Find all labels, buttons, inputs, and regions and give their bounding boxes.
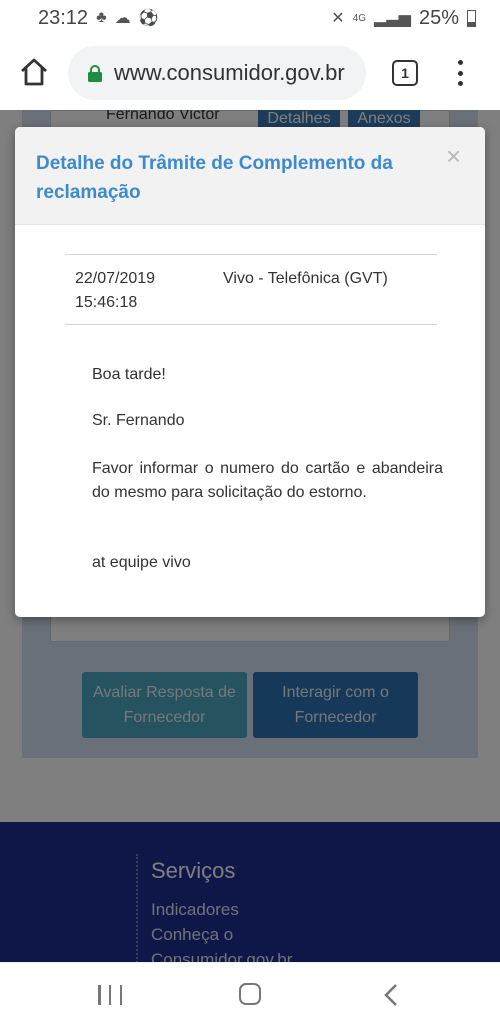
home-icon[interactable]	[18, 56, 50, 88]
url-text: www.consumidor.gov.br	[114, 60, 345, 85]
soccer-icon: ⚽	[138, 10, 159, 27]
back-icon[interactable]	[382, 983, 402, 1007]
recents-icon[interactable]	[98, 985, 122, 1005]
status-time: 23:12	[38, 6, 89, 29]
battery-icon	[467, 9, 476, 27]
tab-switcher-button[interactable]: 1	[392, 60, 418, 86]
divider	[65, 254, 437, 255]
cloud-icon: ☁	[114, 10, 131, 27]
entry-company: Vivo - Telefônica (GVT)	[223, 270, 388, 287]
tramite-detail-modal: Detalhe do Trâmite de Complemento da rec…	[15, 127, 485, 617]
mute-icon: ✕	[331, 10, 345, 27]
browser-toolbar: www.consumidor.gov.br 1	[0, 36, 500, 110]
message-greeting: Boa tarde!	[92, 366, 166, 383]
network-type: 4G	[352, 12, 367, 24]
entry-datetime: 22/07/2019 15:46:18	[75, 270, 156, 311]
battery-percent: 25%	[418, 6, 459, 29]
modal-header: Detalhe do Trâmite de Complemento da rec…	[15, 127, 485, 225]
notification-icon: ♣	[96, 9, 107, 26]
address-bar[interactable]: www.consumidor.gov.br	[68, 46, 366, 100]
message-body: Favor informar o numero do cartão e aban…	[92, 460, 443, 501]
home-nav-icon[interactable]	[239, 983, 261, 1005]
status-bar: 23:12 ♣ ☁ ⚽ ✕ 4G ▂▃▅ 25%	[0, 0, 500, 36]
message-signature: at equipe vivo	[92, 554, 191, 571]
system-nav-bar	[0, 962, 500, 1028]
lock-icon	[88, 65, 102, 82]
divider	[65, 324, 437, 325]
modal-title: Detalhe do Trâmite de Complemento da rec…	[36, 153, 393, 203]
more-options-icon[interactable]	[450, 58, 470, 88]
signal-icon: ▂▃▅	[374, 10, 411, 27]
close-icon[interactable]: ×	[446, 143, 461, 169]
message-salutation: Sr. Fernando	[92, 412, 185, 429]
